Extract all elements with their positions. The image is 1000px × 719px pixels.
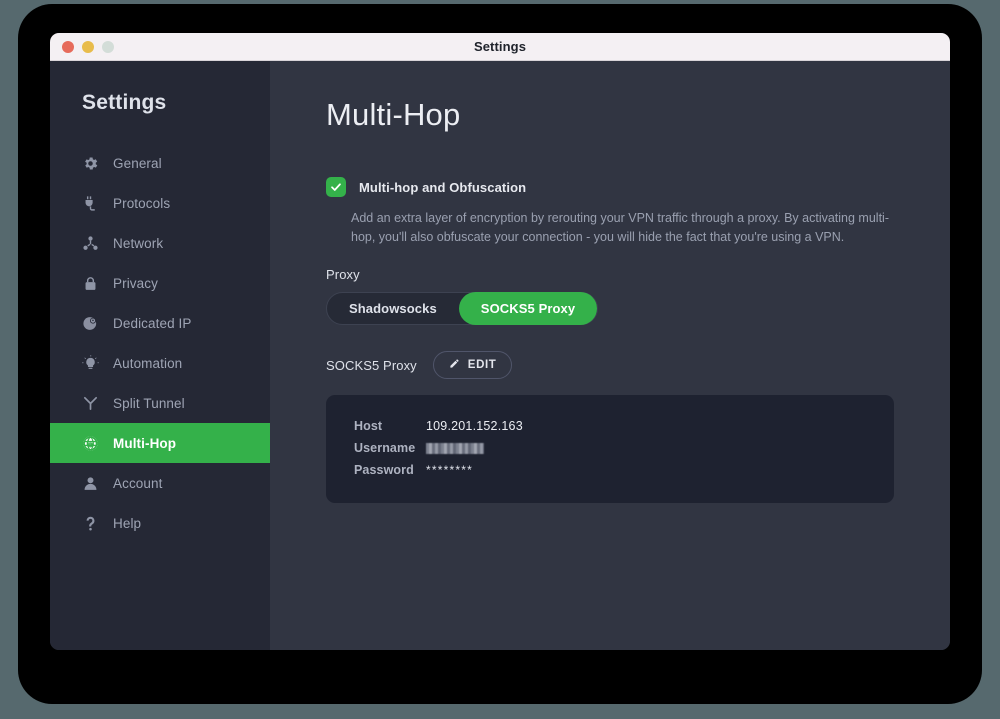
credential-row-host: Host 109.201.152.163 <box>354 415 866 437</box>
window-title: Settings <box>473 39 527 54</box>
page-title: Multi-Hop <box>326 97 461 132</box>
sidebar-item-dedicated-ip[interactable]: Dedicated IP <box>50 303 270 343</box>
sidebar-item-help[interactable]: Help <box>50 503 270 543</box>
credential-key: Username <box>354 441 416 455</box>
pencil-icon <box>449 358 460 372</box>
sidebar: Settings General Protocols Network Priva… <box>50 61 270 650</box>
minimize-button-icon[interactable] <box>82 41 94 53</box>
proxy-header-row: SOCKS5 Proxy EDIT <box>326 351 910 379</box>
window-titlebar: Settings <box>50 33 950 61</box>
screenshot-root: Settings Settings General Protocols Netw… <box>0 0 1000 719</box>
sidebar-item-privacy[interactable]: Privacy <box>50 263 270 303</box>
credential-row-username: Username <box>354 437 866 459</box>
split-tunnel-icon <box>82 395 99 412</box>
sidebar-item-label: Dedicated IP <box>113 315 192 331</box>
sidebar-item-label: Protocols <box>113 195 171 211</box>
sidebar-item-multi-hop[interactable]: Multi-Hop <box>50 423 270 463</box>
gear-icon <box>82 155 99 172</box>
sidebar-item-label: General <box>113 155 162 171</box>
proxy-option-shadowsocks[interactable]: Shadowsocks <box>327 292 459 325</box>
proxy-section-label: Proxy <box>326 267 360 282</box>
sidebar-item-label: Multi-Hop <box>113 435 177 451</box>
credential-row-password: Password ******** <box>354 459 866 481</box>
proxy-credentials-card: Host 109.201.152.163 Username Password *… <box>326 395 894 503</box>
user-icon <box>82 475 99 492</box>
credential-value-password: ******** <box>426 463 473 477</box>
sidebar-item-label: Privacy <box>113 275 158 291</box>
main-content: Multi-Hop Multi-hop and Obfuscation Add … <box>270 61 950 650</box>
sidebar-item-network[interactable]: Network <box>50 223 270 263</box>
plug-icon <box>82 195 99 212</box>
sidebar-item-general[interactable]: General <box>50 143 270 183</box>
globe-arrow-icon <box>82 435 99 452</box>
sidebar-title: Settings <box>82 91 167 114</box>
credential-key: Password <box>354 463 414 477</box>
sidebar-item-label: Split Tunnel <box>113 395 185 411</box>
check-icon <box>331 183 341 191</box>
sidebar-item-protocols[interactable]: Protocols <box>50 183 270 223</box>
sidebar-item-label: Help <box>113 515 142 531</box>
sidebar-item-split-tunnel[interactable]: Split Tunnel <box>50 383 270 423</box>
edit-proxy-button[interactable]: EDIT <box>432 351 513 379</box>
proxy-option-socks5[interactable]: SOCKS5 Proxy <box>458 292 598 325</box>
sidebar-item-automation[interactable]: Automation <box>50 343 270 383</box>
settings-window: Settings Settings General Protocols Netw… <box>50 33 950 650</box>
multihop-toggle-label: Multi-hop and Obfuscation <box>359 179 527 195</box>
lightbulb-icon <box>82 354 99 372</box>
pin-globe-icon <box>82 315 99 332</box>
credential-value-username-redacted <box>426 442 484 454</box>
zoom-button-icon[interactable] <box>102 41 114 53</box>
sidebar-item-label: Account <box>113 475 163 491</box>
proxy-type-segmented-control[interactable]: Shadowsocks SOCKS5 Proxy <box>326 292 599 325</box>
traffic-lights <box>62 33 114 61</box>
multihop-toggle-row[interactable]: Multi-hop and Obfuscation <box>326 177 910 197</box>
credential-value-host: 109.201.152.163 <box>426 419 523 433</box>
edit-button-label: EDIT <box>467 359 497 371</box>
window-body: Settings General Protocols Network Priva… <box>50 61 950 650</box>
question-icon <box>82 515 99 532</box>
sidebar-item-account[interactable]: Account <box>50 463 270 503</box>
multihop-checkbox[interactable] <box>326 177 346 197</box>
sidebar-item-label: Automation <box>113 355 183 371</box>
credential-key: Host <box>354 419 383 433</box>
sidebar-item-label: Network <box>113 235 164 251</box>
network-icon <box>82 235 99 252</box>
selected-proxy-name: SOCKS5 Proxy <box>326 357 417 373</box>
close-button-icon[interactable] <box>62 41 74 53</box>
multihop-description: Add an extra layer of encryption by rero… <box>351 211 889 244</box>
lock-icon <box>82 275 99 292</box>
